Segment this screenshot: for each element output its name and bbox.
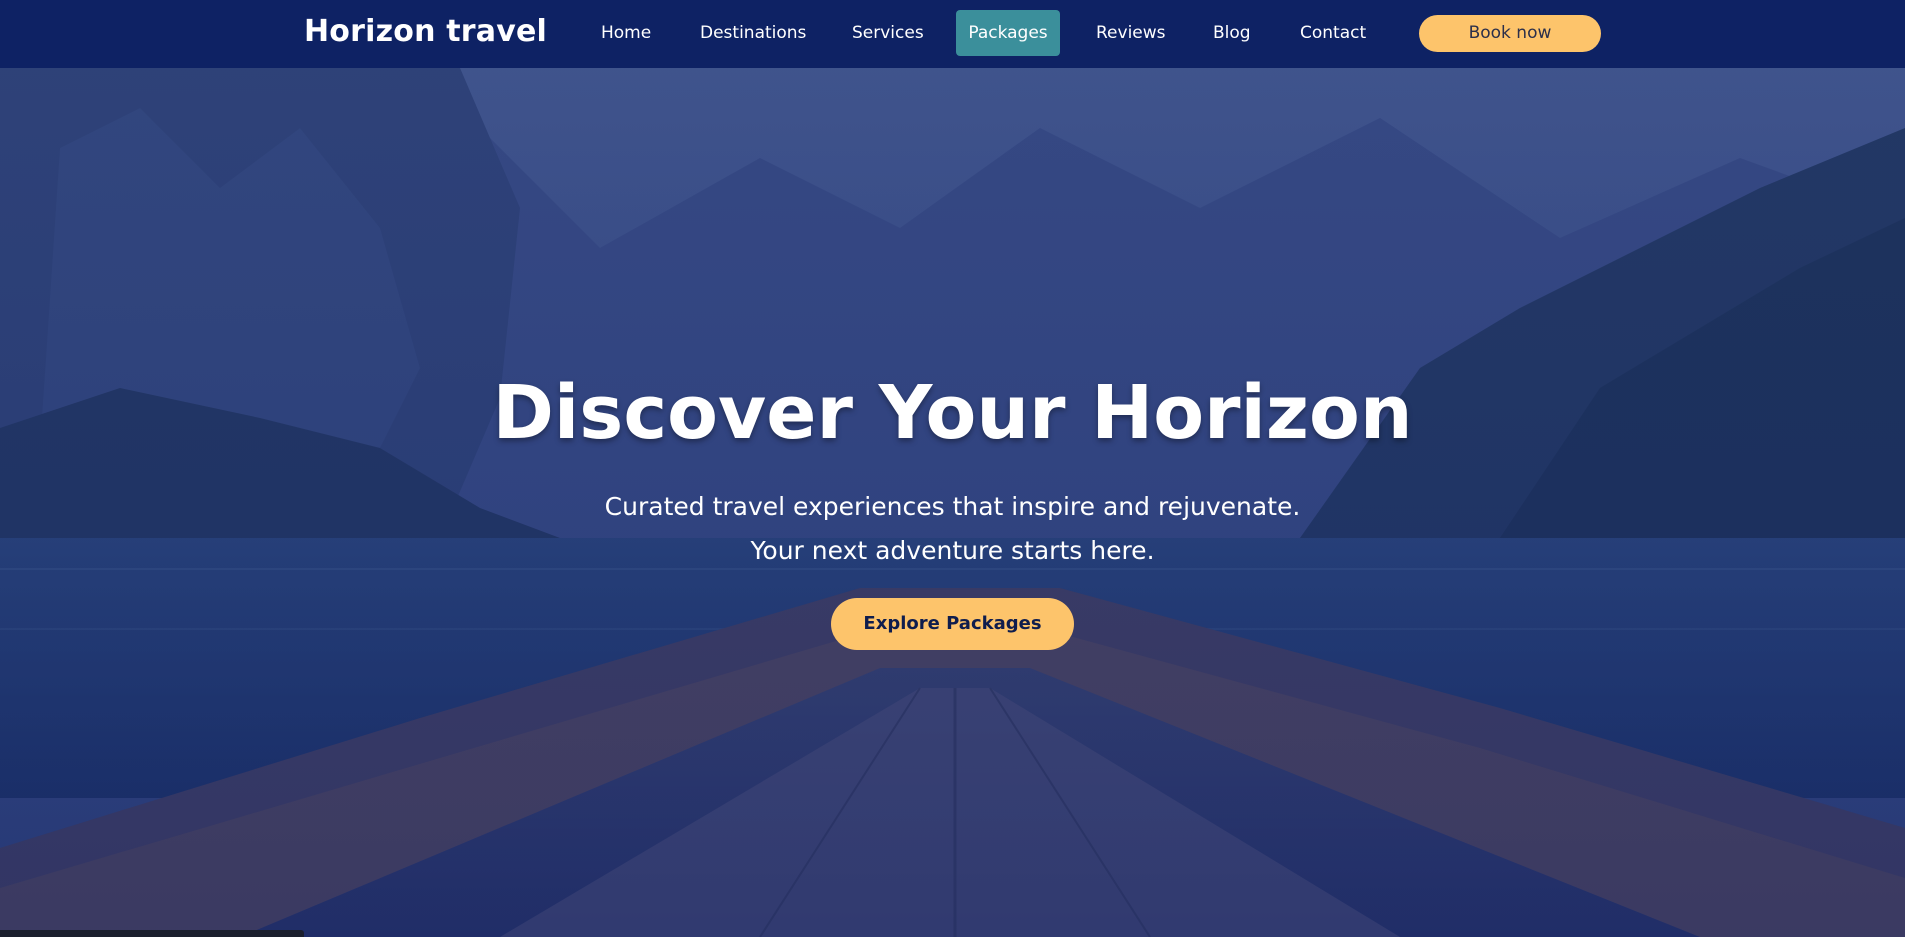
browser-status-bar (0, 930, 304, 937)
hero-section: Discover Your Horizon Curated travel exp… (0, 68, 1905, 937)
nav-item-destinations[interactable]: Destinations (688, 10, 818, 56)
hero-subtitle-line2: Your next adventure starts here. (750, 536, 1155, 565)
nav-item-reviews[interactable]: Reviews (1084, 10, 1178, 56)
explore-packages-button[interactable]: Explore Packages (831, 598, 1074, 650)
hero-subtitle-line1: Curated travel experiences that inspire … (604, 492, 1301, 521)
hero-title: Discover Your Horizon (492, 370, 1413, 456)
nav-item-packages[interactable]: Packages (956, 10, 1060, 56)
brand-logo[interactable]: Horizon travel (304, 14, 547, 49)
nav-item-services[interactable]: Services (840, 10, 936, 56)
nav-item-blog[interactable]: Blog (1201, 10, 1263, 56)
book-now-button[interactable]: Book now (1419, 15, 1601, 52)
nav-item-home[interactable]: Home (589, 10, 663, 56)
top-navbar: Horizon travel Home Destinations Service… (0, 0, 1905, 68)
nav-item-contact[interactable]: Contact (1288, 10, 1378, 56)
